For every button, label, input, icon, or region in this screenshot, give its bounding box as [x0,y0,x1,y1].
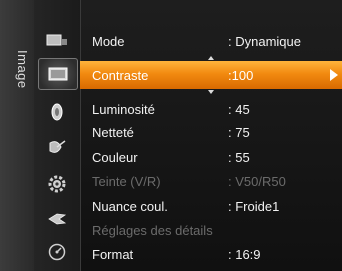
menu-item-mode[interactable]: Mode : Dynamique [80,29,342,53]
menu-side-tab: Image [0,0,35,271]
menu-item-label: Nuance coul. [92,198,168,214]
menu-item-label: Mode [92,33,125,49]
menu-item-value: : Froide1 [228,198,280,214]
picture-icon[interactable] [38,58,78,90]
menu-item-value: : 75 [228,124,250,140]
settings-menu-list: Mode : Dynamique Contraste :100 Luminosi… [80,0,342,271]
menu-item-value: :100 [228,67,254,83]
input-source-icon[interactable] [45,209,69,229]
menu-item-format[interactable]: Format : 16:9 [80,242,342,266]
support-icon[interactable] [45,242,69,262]
menu-item-label: Réglages des détails [92,222,213,238]
menu-item-label: Contraste [92,67,149,83]
scroll-up-indicator [208,56,214,60]
menu-item-contraste[interactable]: Contraste :100 [80,61,342,89]
menu-item-nettete[interactable]: Netteté : 75 [80,120,342,144]
menu-item-value: : V50/R50 [228,173,286,189]
menu-item-label: Teinte (V/R) [92,173,161,189]
menu-item-reglages-details: Réglages des détails [80,218,342,242]
osd-menu-panel: Image Mode: Dynamique Contraste:100 Lu… [0,0,342,271]
channel-icon[interactable] [45,137,69,157]
menu-item-label: Netteté [92,124,134,140]
setup-icon[interactable] [45,174,69,194]
icon-column [34,0,81,271]
submenu-arrow-icon[interactable] [330,69,338,81]
scroll-down-indicator [208,90,214,94]
menu-item-nuance-coul[interactable]: Nuance coul. : Froide1 [80,194,342,218]
menu-item-luminosite[interactable]: Luminosité : 45 [80,97,342,121]
menu-item-couleur[interactable]: Couleur : 55 [80,145,342,169]
menu-item-label: Couleur [92,149,138,165]
menu-item-value: : 16:9 [228,246,261,262]
input-icon[interactable] [45,30,69,50]
menu-item-value: : Dynamique [228,33,301,49]
menu-item-label: Format [92,246,134,262]
menu-item-teinte: Teinte (V/R) : V50/R50 [80,169,342,193]
menu-item-value: : 45 [228,101,250,117]
menu-item-label: Luminosité [92,101,155,117]
menu-section-title: Image [15,50,30,89]
menu-item-value: : 55 [228,149,250,165]
sound-icon[interactable] [45,102,69,122]
